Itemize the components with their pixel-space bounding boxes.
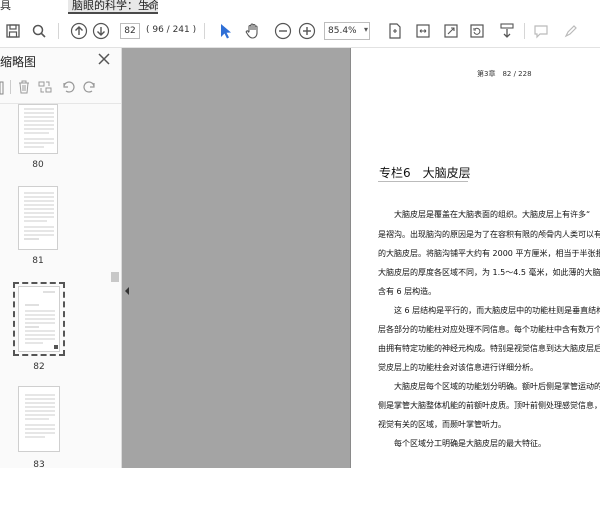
next-page-icon[interactable] xyxy=(90,20,112,42)
highlighter-icon[interactable] xyxy=(560,20,582,42)
page-count: ( 96 / 241 ) xyxy=(146,25,197,35)
toolbar-divider xyxy=(10,80,11,94)
thumbnail-page[interactable] xyxy=(18,104,58,154)
zoom-out-icon[interactable] xyxy=(272,20,294,42)
body-line: 大脑皮层每个区域的功能划分明确。额叶后侧是掌管运动的 xyxy=(394,382,600,391)
body-line: 这 6 层结构是平行的，而大脑皮层中的功能柱则是垂直结构 xyxy=(394,306,600,315)
rotate-icon[interactable] xyxy=(466,20,488,42)
hand-icon[interactable] xyxy=(242,20,264,42)
thumbnail-scrollbar[interactable] xyxy=(110,108,120,513)
toolbar-divider xyxy=(524,23,525,39)
page-settings-icon[interactable] xyxy=(0,80,4,95)
running-header: 第3章 82 / 228 xyxy=(477,70,532,78)
thumbnail-label: 83 xyxy=(33,460,45,470)
delete-icon[interactable] xyxy=(16,79,32,95)
page-number-input[interactable]: 82 xyxy=(120,23,140,39)
thumbnail-page[interactable] xyxy=(18,386,60,452)
body-line: 层各部分的功能柱对应处理不同信息。每个功能柱中含有数万个 xyxy=(378,325,600,334)
tab-close-icon[interactable]: × xyxy=(142,0,154,14)
thumbnail-label: 82 xyxy=(33,362,45,372)
toolbar-divider xyxy=(58,23,59,39)
fit-page-icon[interactable] xyxy=(384,20,406,42)
download-icon[interactable] xyxy=(496,20,518,42)
body-line: 由拥有特定功能的神经元构成。特别是视觉信息到达大脑皮层后 xyxy=(378,344,600,353)
prev-page-icon[interactable] xyxy=(68,20,90,42)
body-line: 大脑皮层是覆盖在大脑表面的组织。大脑皮层上有许多“ xyxy=(394,210,591,219)
thumbnail-label: 80 xyxy=(32,160,44,170)
thumbnail-toolbar xyxy=(0,76,122,100)
body-line: 大脑皮层的厚度各区域不同，为 1.5～4.5 毫米，如此薄的大脑皮 xyxy=(378,268,600,277)
rotate-right-icon[interactable] xyxy=(82,79,98,95)
body-line: 侧是掌管大脑整体机能的前额叶皮质。顶叶前侧处理感觉信息， xyxy=(378,401,600,410)
collapse-sidebar-icon[interactable] xyxy=(123,280,131,302)
body-line: 是褶沟。出现脑沟的原因是为了在容积有限的颅骨内人类可以有 xyxy=(378,230,600,239)
search-icon[interactable] xyxy=(28,20,50,42)
chevron-down-icon[interactable]: ▾ xyxy=(364,25,368,34)
save-icon[interactable] xyxy=(2,20,24,42)
fit-width-icon[interactable] xyxy=(412,20,434,42)
tab-bar: 具 脑眼的科学：生命... × xyxy=(0,0,600,14)
toolbar-divider xyxy=(204,23,205,39)
thumbnail-panel: 缩略图 80 81 82 83 xyxy=(0,48,122,470)
body-line: 含有 6 层构造。 xyxy=(378,287,437,296)
body-line: 觉皮层上的功能柱会对该信息进行详细分析。 xyxy=(378,363,538,372)
rotate-left-icon[interactable] xyxy=(60,79,76,95)
thumbnail-label: 81 xyxy=(32,256,44,266)
body-line: 每个区域分工明确是大脑皮层的最大特征。 xyxy=(394,439,546,448)
document-workspace xyxy=(122,48,350,468)
select-cursor-icon[interactable] xyxy=(214,20,236,42)
toolbar: 82 ( 96 / 241 ) 85.4% ▾ xyxy=(0,14,600,48)
split-icon[interactable] xyxy=(37,79,53,95)
document-page: 第3章 82 / 228 专栏6 大脑皮层 大脑皮层是覆盖在大脑表面的组织。大脑… xyxy=(350,48,600,468)
heading-underline xyxy=(378,181,468,182)
full-screen-icon[interactable] xyxy=(440,20,462,42)
body-line: 视觉有关的区域，而颞叶掌管听力。 xyxy=(378,420,506,429)
thumbnail-page[interactable] xyxy=(18,186,58,250)
thumbnail-panel-title: 缩略图 xyxy=(0,55,37,69)
comment-icon[interactable] xyxy=(530,20,552,42)
body-line: 的大脑皮层。将脑沟铺平大约有 2000 平方厘米，相当于半张报 xyxy=(378,249,600,258)
thumbnail-page-current[interactable] xyxy=(18,286,60,352)
close-icon[interactable] xyxy=(96,51,112,67)
tab-tools[interactable]: 具 xyxy=(0,0,24,14)
zoom-in-icon[interactable] xyxy=(296,20,318,42)
section-heading: 专栏6 大脑皮层 xyxy=(379,166,471,180)
scrollbar-thumb[interactable] xyxy=(111,272,119,282)
